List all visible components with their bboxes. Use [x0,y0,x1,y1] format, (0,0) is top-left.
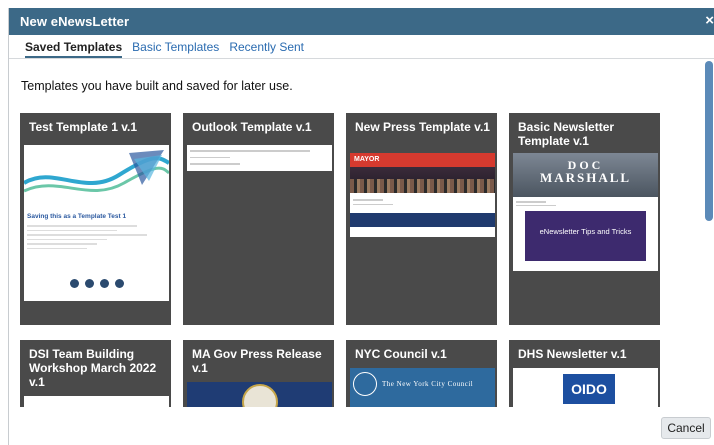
preview-body-lines [513,197,658,209]
template-card-title: New Press Template v.1 [355,120,490,134]
youtube-icon [114,279,124,288]
tab-saved-templates[interactable]: Saved Templates [25,40,123,58]
template-card-dsi-team-building[interactable]: DSI Team Building Workshop March 2022 v.… [20,340,171,407]
state-seal-icon [242,384,278,407]
template-card-title: Test Template 1 v.1 [29,120,138,134]
tab-basic-templates[interactable]: Basic Templates [132,40,219,58]
template-card-new-press-template[interactable]: New Press Template v.1 MAYOR [346,113,497,325]
template-card-title: NYC Council v.1 [355,347,447,361]
social-icons [24,275,169,293]
template-preview: OIDO [513,368,658,407]
template-card-nyc-council[interactable]: NYC Council v.1 The New York City Counci… [346,340,497,407]
template-preview: Saving this as a Template Test 1 [24,145,169,301]
template-card-title: DHS Newsletter v.1 [518,347,627,361]
preview-body-lines [350,193,495,213]
dialog-titlebar: New eNewsLetter × [9,8,714,35]
city-seal-icon [353,372,377,396]
preview-feature-box: eNewsletter Tips and Tricks [525,211,646,261]
template-card-outlook-template[interactable]: Outlook Template v.1 [183,113,334,325]
twitter-icon [84,279,94,288]
cancel-button[interactable]: Cancel [661,417,711,439]
template-card-title: MA Gov Press Release v.1 [192,347,322,375]
template-card-basic-newsletter[interactable]: Basic Newsletter Template v.1 DOC MARSHA… [509,113,660,325]
facebook-icon [69,279,79,288]
template-grid: Test Template 1 v.1 Saving this as a Tem… [20,113,688,407]
template-card-title: Basic Newsletter Template v.1 [518,120,615,148]
close-icon[interactable]: × [700,12,714,30]
template-preview [187,382,332,407]
preview-footer-band [350,213,495,227]
tab-recently-sent[interactable]: Recently Sent [229,40,304,58]
template-card-ma-gov-press-release[interactable]: MA Gov Press Release v.1 [183,340,334,407]
template-preview: MAYOR [350,153,495,237]
dialog-footer: Cancel [9,408,714,445]
intro-text: Templates you have built and saved for l… [21,79,293,93]
template-card-test-template-1[interactable]: Test Template 1 v.1 Saving this as a Tem… [20,113,171,325]
preview-body-lines [24,225,169,271]
template-tabs: Saved Templates Basic Templates Recently… [9,35,714,59]
scrollbar-thumb[interactable] [705,61,713,221]
preview-crowd-photo [350,167,495,193]
preview-heading: Saving this as a Template Test 1 [27,213,127,220]
template-card-title: Outlook Template v.1 [192,120,312,134]
template-card-dhs-newsletter[interactable]: DHS Newsletter v.1 OIDO [509,340,660,407]
template-card-title: DSI Team Building Workshop March 2022 v.… [29,347,157,389]
preview-banner: MAYOR [350,153,495,167]
dialog-title: New eNewsLetter [20,14,130,29]
new-enewsletter-dialog: New eNewsLetter × Saved Templates Basic … [8,8,714,445]
template-preview: The New York City Council [350,368,495,407]
preview-banner: DOC MARSHALL [513,153,658,197]
template-preview [24,396,169,407]
preview-banner: The New York City Council [382,380,474,388]
oido-logo: OIDO [563,374,615,404]
instagram-icon [99,279,109,288]
template-preview [187,145,332,171]
wave-graphic [24,150,169,193]
template-preview: DOC MARSHALL eNewsletter Tips and Tricks [513,153,658,271]
